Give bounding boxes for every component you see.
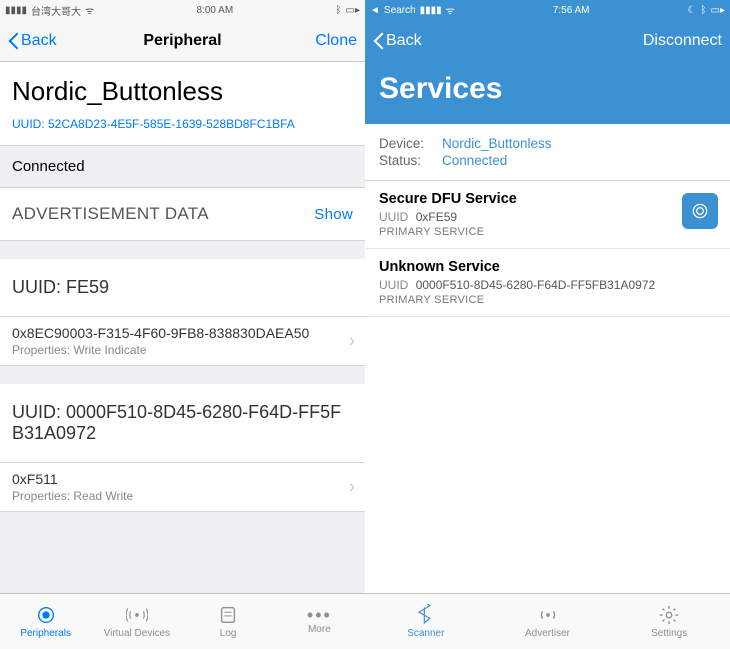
services-heading: Services [365, 62, 730, 124]
tab-settings[interactable]: Settings [608, 594, 730, 649]
chevron-left-icon [8, 32, 19, 50]
service-row[interactable]: Secure DFU Service UUID 0xFE59 PRIMARY S… [365, 181, 730, 249]
status-label: Status: [379, 153, 434, 168]
tab-advertiser[interactable]: Advertiser [487, 594, 609, 649]
signal-icon: ▮▮▮▮ [420, 5, 442, 16]
uuid-value: 0000F510-8D45-6280-F64D-FF5FB31A0972 [416, 278, 655, 292]
tab-bar: Scanner Advertiser Settings [365, 593, 730, 649]
characteristic-props: Properties: Write Indicate [12, 343, 353, 357]
advertisement-title: ADVERTISEMENT DATA [12, 204, 209, 224]
device-name: Nordic_Buttonless [0, 62, 365, 113]
moon-icon: ☾ [688, 5, 697, 16]
tab-more[interactable]: ••• More [274, 594, 365, 649]
battery-icon: ▭▸ [711, 5, 725, 16]
clock-label: 8:00 AM [196, 5, 233, 16]
characteristic-props: Properties: Read Write [12, 489, 353, 503]
characteristic-row[interactable]: 0xF511 Properties: Read Write › [0, 463, 365, 512]
uuid-label: UUID [379, 278, 408, 292]
dfu-badge[interactable] [682, 193, 718, 229]
tab-scanner[interactable]: Scanner [365, 594, 487, 649]
tab-peripherals[interactable]: Peripherals [0, 594, 91, 649]
broadcast-icon [126, 604, 148, 626]
characteristic-name: 0x8EC90003-F315-4F60-9FB8-838830DAEA50 [12, 325, 353, 341]
clock-label: 7:56 AM [553, 5, 590, 16]
back-to-app-label[interactable]: Search [384, 5, 416, 16]
characteristic-row[interactable]: 0x8EC90003-F315-4F60-9FB8-838830DAEA50 P… [0, 317, 365, 366]
characteristic-name: 0xF511 [12, 471, 353, 487]
tab-log[interactable]: Log [183, 594, 274, 649]
bluetooth-icon: ᛒ [336, 5, 342, 16]
service-name: Secure DFU Service [379, 191, 716, 207]
chevron-right-icon: › [349, 477, 355, 498]
service-row[interactable]: Unknown Service UUID 0000F510-8D45-6280-… [365, 249, 730, 317]
disconnect-button[interactable]: Disconnect [643, 32, 722, 50]
chevron-left-icon [373, 32, 384, 50]
wifi-icon: ᯤ [85, 3, 94, 17]
back-to-app-icon[interactable]: ◄ [370, 5, 380, 16]
bluetooth-icon: ᛒ [701, 5, 707, 16]
back-label: Back [21, 32, 57, 50]
bluetooth-icon [415, 604, 437, 626]
show-button[interactable]: Show [314, 206, 353, 223]
signal-icon: ▮▮▮▮ [5, 5, 27, 16]
connection-status: Connected [0, 146, 365, 187]
peripherals-icon [35, 604, 57, 626]
back-button[interactable]: Back [373, 32, 443, 50]
advertisement-header[interactable]: ADVERTISEMENT DATA Show [0, 187, 365, 241]
service-uuid[interactable]: UUID: 0000F510-8D45-6280-F64D-FF5FB31A09… [0, 384, 365, 463]
wifi-icon: ᯤ [446, 3, 455, 17]
device-uuid: UUID: 52CA8D23-4E5F-585E-1639-528BD8FC1B… [0, 113, 365, 146]
service-uuid[interactable]: UUID: FE59 [0, 259, 365, 317]
uuid-label: UUID [379, 210, 408, 224]
status-bar: ▮▮▮▮ 台湾大哥大 ᯤ 8:00 AM ᛒ ▭▸ [0, 0, 365, 20]
more-icon: ••• [307, 608, 332, 622]
service-kind: PRIMARY SERVICE [379, 294, 716, 306]
page-title: Peripheral [78, 32, 287, 50]
dfu-icon [690, 201, 710, 221]
device-label: Device: [379, 136, 434, 151]
battery-icon: ▭▸ [346, 5, 360, 16]
status-value: Connected [442, 153, 507, 168]
service-kind: PRIMARY SERVICE [379, 226, 716, 238]
broadcast-icon [537, 604, 559, 626]
tab-bar: Peripherals Virtual Devices Log ••• More [0, 593, 365, 649]
nav-bar: Back Peripheral Clone [0, 20, 365, 62]
service-name: Unknown Service [379, 259, 716, 275]
device-value: Nordic_Buttonless [442, 136, 552, 151]
clone-button[interactable]: Clone [287, 32, 357, 50]
back-label: Back [386, 32, 422, 50]
carrier-label: 台湾大哥大 [31, 3, 81, 18]
status-bar: ◄ Search ▮▮▮▮ ᯤ 7:56 AM ☾ ᛒ ▭▸ [365, 0, 730, 20]
nav-bar: Back Disconnect [365, 20, 730, 62]
tab-virtual-devices[interactable]: Virtual Devices [91, 594, 182, 649]
back-button[interactable]: Back [8, 32, 78, 50]
uuid-value: 0xFE59 [416, 210, 457, 224]
device-info: Device: Nordic_Buttonless Status: Connec… [365, 124, 730, 181]
gear-icon [658, 604, 680, 626]
log-icon [217, 604, 239, 626]
chevron-right-icon: › [349, 331, 355, 352]
